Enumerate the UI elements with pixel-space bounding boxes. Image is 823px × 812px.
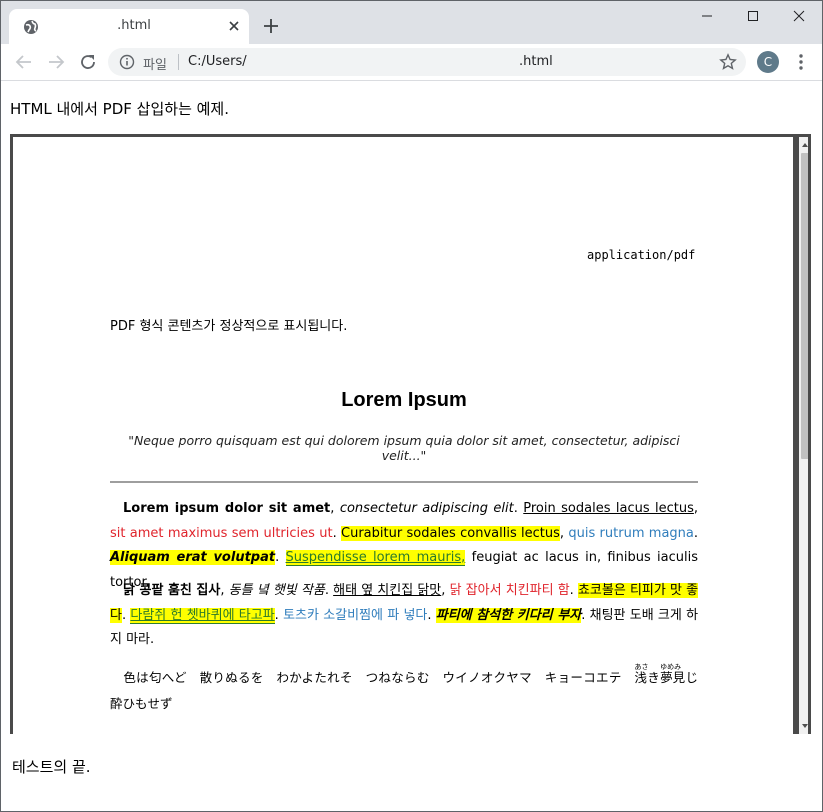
text-run: Lorem ipsum dolor sit amet (123, 501, 331, 516)
pdf-heading: Lorem Ipsum (341, 389, 467, 411)
text-run: . (693, 525, 699, 541)
text-run: , (220, 583, 229, 598)
text-run: Proin sodales lacus lectus (523, 501, 694, 516)
reload-button[interactable] (78, 52, 98, 72)
text-run: Suspendisse lorem mauris, (285, 550, 466, 566)
text-run: . (513, 501, 524, 516)
close-icon[interactable] (225, 17, 243, 35)
browser-toolbar: 파일 C:/Users/ .html C (1, 44, 822, 81)
ruby-annotation: ゆめみ 夢見 (660, 663, 685, 691)
browser-window: .html 파일 C:/Users/ .html C HTML 내에서 PDF … (0, 0, 823, 812)
text-run: 色は匂へど 散りぬるを わかよたれそ つねならむ ウイノオクヤマ キョーコエテ (123, 670, 635, 685)
text-run: Aliquam erat volutpat (110, 550, 276, 565)
page-outro-text: 테스트의 끝. (12, 758, 91, 776)
text-run: 토츠카 소갈비찜에 파 넣다 (283, 607, 428, 623)
text-run: . (274, 607, 284, 623)
star-icon[interactable] (719, 53, 737, 71)
maximize-button[interactable] (730, 1, 776, 31)
address-file: .html (519, 54, 553, 69)
text-run: , (441, 583, 450, 598)
back-button[interactable] (14, 52, 34, 72)
kebab-menu-icon[interactable] (793, 52, 809, 72)
scroll-down-icon[interactable] (801, 722, 809, 730)
scroll-up-icon[interactable] (801, 141, 809, 149)
avatar[interactable]: C (757, 51, 779, 73)
globe-icon (24, 20, 38, 34)
ruby-annotation: あさ浅 (634, 663, 648, 691)
pdf-paragraph-korean: 닭 콩팥 훔친 집사, 동틀 녘 햇빛 작품. 해태 옆 치킨집 닭맛, 닭 잡… (110, 579, 699, 653)
text-run: 다람쥐 헌 쳇바퀴에 타고파 (130, 607, 275, 624)
text-run: 닭 콩팥 훔친 집사 (123, 583, 221, 598)
text-run: , (693, 501, 699, 516)
text-run: consectetur adipiscing elit (339, 501, 514, 516)
window-close-icon (793, 10, 805, 22)
page-intro-text: HTML 내에서 PDF 삽입하는 예제. (10, 100, 230, 118)
text-run: . (275, 550, 286, 565)
tab-title: .html (117, 18, 151, 33)
back-icon (15, 55, 31, 69)
pdf-mime-type: application/pdf (587, 248, 696, 262)
ruby-reading: ゆめみ (660, 663, 682, 671)
minimize-icon (702, 15, 712, 17)
text-run: Curabitur sodales convallis lectus (341, 525, 560, 541)
pdf-scrollbar[interactable] (799, 137, 809, 734)
text-run: , (330, 501, 340, 516)
text-run: quis rutrum magna (568, 525, 694, 541)
pdf-embed[interactable]: application/pdf PDF 형식 콘텐츠가 정상적으로 표시됩니다.… (10, 134, 811, 734)
text-run: sit amet maximus sem ultricies ut (110, 525, 333, 541)
text-run: 닭 잡아서 치킨파티 함 (449, 583, 570, 598)
text-run: . (427, 607, 436, 623)
forward-button[interactable] (46, 52, 66, 72)
ruby-reading: あさ (634, 663, 649, 671)
minimize-button[interactable] (684, 1, 730, 31)
text-run: 해태 옆 치킨집 닭맛 (333, 583, 442, 598)
address-path: C:/Users/ (188, 54, 247, 69)
forward-icon (49, 55, 65, 69)
text-run: 파티에 참석한 키다리 부자 (435, 607, 582, 623)
browser-tab[interactable]: .html (9, 9, 249, 44)
tab-strip: .html (1, 1, 822, 44)
scroll-thumb[interactable] (801, 153, 808, 459)
address-scheme: 파일 (143, 58, 167, 73)
pdf-quote: "Neque porro quisquam est qui dolorem ip… (128, 433, 680, 463)
text-run: 동틀 녘 햇빛 작품 (228, 583, 325, 598)
reload-icon (81, 55, 95, 69)
info-icon[interactable] (119, 54, 135, 70)
text-run: . (332, 525, 342, 541)
window-close-button[interactable] (776, 1, 822, 31)
pdf-divider (110, 481, 698, 483)
pdf-paragraph-japanese: 色は匂へど 散りぬるを わかよたれそ つねならむ ウイノオクヤマ キョーコエテ … (110, 663, 711, 717)
address-separator (178, 54, 179, 70)
text-run: き (647, 670, 661, 685)
plus-icon[interactable] (261, 16, 281, 36)
text-run: . (324, 583, 334, 598)
text-run: . (569, 583, 578, 598)
maximize-icon (748, 11, 758, 21)
pdf-note: PDF 형식 콘텐츠가 정상적으로 표시됩니다. (110, 319, 348, 334)
address-bar[interactable]: 파일 C:/Users/ .html (108, 48, 746, 76)
